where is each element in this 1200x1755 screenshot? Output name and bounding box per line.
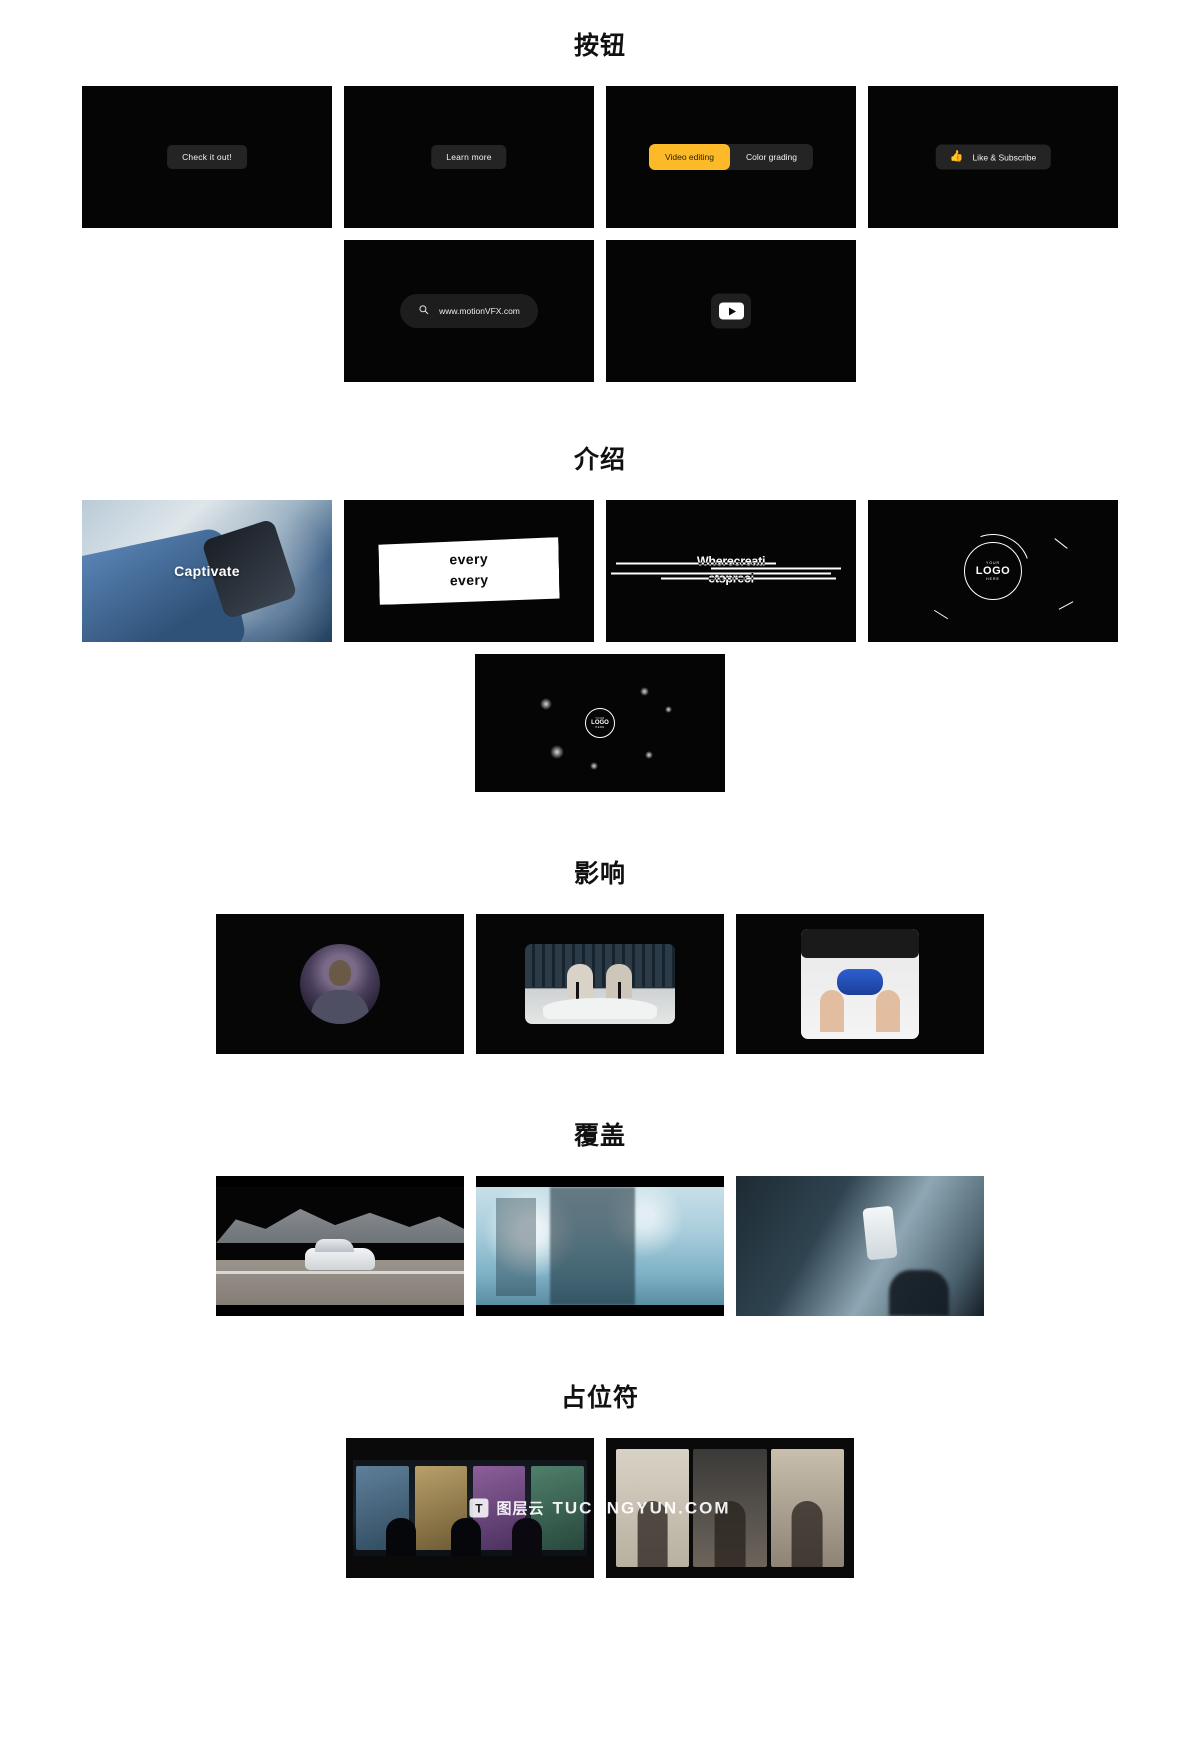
search-icon [418,302,429,320]
section-title-placeholder: 占位符 [560,1383,639,1412]
studio-scene [353,1460,587,1556]
section-title-intro: 介绍 [573,445,626,474]
section-title-buttons: 按钮 [573,31,626,60]
card-podcast-interview[interactable] [476,914,724,1054]
thumbs-up-icon: 👍 [949,150,964,163]
youtube-play-icon[interactable] [711,293,751,329]
logo-ring-main: LOGO [975,564,1011,577]
bokeh-dot [550,745,564,760]
section-overlay: 覆盖 [0,1054,1200,1316]
bokeh-dot [540,698,552,711]
overlay-row-1 [0,1176,1200,1316]
check-it-out-label: Check it out! [167,145,247,169]
youtube-play-button[interactable] [711,293,751,329]
logo-ring-small: YOUR LOGO HERE [585,708,615,738]
card-logo-ring[interactable]: YOUR LOGO HERE [868,500,1118,642]
logo-bokeh-sub: HERE [595,726,605,729]
intro-row-2: YOUR LOGO HERE [0,654,1200,792]
buttons-row-1: Check it out! Learn more Video editing C… [0,86,1200,228]
check-it-out-button[interactable]: Check it out! [167,145,247,169]
every-line-2: every [449,571,489,589]
like-subscribe-label: Like & Subscribe [972,152,1037,162]
placeholder-row-1: T 图层云 TUCENGYUN.COM [0,1438,1200,1578]
stripes-text: Wherecreati etspreci [606,553,856,587]
card-stripes-title[interactable]: Wherecreati etspreci [606,500,856,642]
logo-tick-2 [1058,601,1074,610]
segment-video-editing[interactable]: Video editing [648,144,730,170]
stripes-line-1: Wherecreati [696,554,766,569]
segmented-toggle[interactable]: Video editing Color grading [648,144,814,170]
circle-portrait [300,944,380,1024]
card-gaming-controller[interactable] [736,914,984,1054]
gaming-inner-frame [801,929,919,1039]
captivate-label: Captivate [174,563,240,579]
bokeh-dot [640,687,649,697]
card-logo-bokeh[interactable]: YOUR LOGO HERE [475,654,725,792]
podcast-inner-frame [525,944,675,1024]
influence-row-1 [0,914,1200,1054]
card-youtube-button[interactable] [606,240,856,382]
logo-ring-sub: HERE [986,577,1000,582]
letterbox-top [476,1176,724,1187]
section-influence: 影响 [0,792,1200,1054]
logo-tick-3 [933,609,949,619]
card-learn-more[interactable]: Learn more [344,86,594,228]
section-title-influence: 影响 [573,859,626,888]
letterbox-top [216,1176,464,1187]
section-placeholder: 占位符 T 图层云 TUCENGYUN.COM [0,1316,1200,1578]
card-three-person-grid[interactable] [606,1438,854,1578]
person-grid [615,1449,845,1567]
card-phone-in-hand[interactable] [736,1176,984,1316]
card-editing-studio[interactable] [346,1438,594,1578]
segment-color-grading[interactable]: Color grading [730,144,813,170]
card-captivate-photo[interactable]: Captivate [82,500,332,642]
card-search-bar[interactable]: www.motionVFX.com [344,240,594,382]
card-frosted-window[interactable] [476,1176,724,1316]
logo-tick-1 [1054,537,1068,549]
learn-more-label: Learn more [431,145,507,169]
intro-row-1: Captivate every every Wherecreati etspre… [0,500,1200,642]
search-url-bar[interactable]: www.motionVFX.com [400,294,538,328]
buttons-row-2: www.motionVFX.com [0,240,1200,382]
card-every-title[interactable]: every every [344,500,594,642]
like-subscribe-button[interactable]: 👍 Like & Subscribe [935,144,1051,170]
section-buttons: 按钮 Check it out! Learn more Video editin… [0,0,1200,382]
bokeh-dot [645,750,653,759]
logo-ring: YOUR LOGO HERE [964,542,1022,600]
letterbox-bottom [216,1305,464,1316]
search-url-value: www.motionVFX.com [439,306,520,316]
card-like-subscribe[interactable]: 👍 Like & Subscribe [868,86,1118,228]
section-title-overlay: 覆盖 [573,1121,626,1150]
learn-more-button[interactable]: Learn more [431,145,507,169]
every-title-box: every every [378,537,559,605]
stripes-line-2: etspreci [708,571,754,586]
card-check-it-out[interactable]: Check it out! [82,86,332,228]
card-car-on-road[interactable] [216,1176,464,1316]
section-intro: 介绍 Captivate every every Wherecreati ets… [0,382,1200,792]
card-segmented-toggle[interactable]: Video editing Color grading [606,86,856,228]
card-circle-portrait[interactable] [216,914,464,1054]
bokeh-dot [665,706,672,714]
bokeh-dot [590,761,598,770]
letterbox-bottom [476,1305,724,1316]
